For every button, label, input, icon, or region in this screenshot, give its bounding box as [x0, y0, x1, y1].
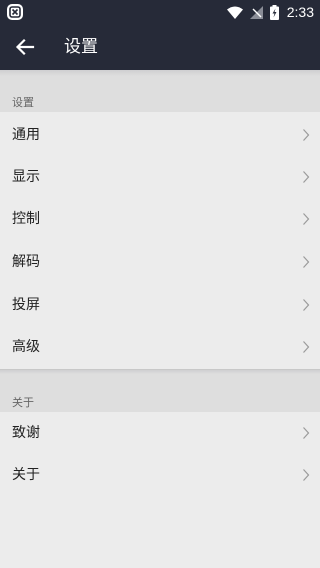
arrow-left-icon — [15, 38, 35, 56]
settings-item-cast[interactable]: 投屏 — [0, 284, 320, 326]
list-item-label: 投屏 — [12, 297, 40, 313]
status-icons: 2:33 — [226, 0, 314, 24]
chevron-right-icon — [303, 341, 310, 353]
app-bar: 设置 — [0, 24, 320, 70]
chevron-right-icon — [303, 469, 310, 481]
list-item-label: 致谢 — [12, 425, 40, 441]
about-item-about[interactable]: 关于 — [0, 454, 320, 496]
list-item-label: 显示 — [12, 169, 40, 185]
chevron-right-icon — [303, 129, 310, 141]
clock: 2:33 — [286, 4, 314, 20]
no-signal-icon — [249, 5, 263, 19]
settings-item-control[interactable]: 控制 — [0, 198, 320, 240]
list-item-label: 控制 — [12, 211, 40, 227]
battery-charging-icon — [269, 4, 279, 20]
app-notification-icon — [7, 4, 23, 20]
page-title: 设置 — [64, 37, 98, 57]
chevron-right-icon — [303, 427, 310, 439]
list-item-label: 解码 — [12, 254, 40, 270]
list-item-label: 通用 — [12, 127, 40, 143]
section-header-settings: 设置 — [0, 70, 320, 112]
settings-item-advanced[interactable]: 高级 — [0, 326, 320, 368]
list-item-label: 关于 — [12, 467, 40, 483]
chevron-right-icon — [303, 299, 310, 311]
chevron-right-icon — [303, 213, 310, 225]
settings-item-decode[interactable]: 解码 — [0, 241, 320, 283]
settings-item-general[interactable]: 通用 — [0, 114, 320, 156]
about-item-thanks[interactable]: 致谢 — [0, 412, 320, 454]
section-header-label: 关于 — [12, 396, 34, 409]
settings-item-display[interactable]: 显示 — [0, 156, 320, 198]
status-bar: 2:33 — [0, 0, 320, 24]
section-header-label: 设置 — [12, 96, 34, 109]
section-header-about: 关于 — [0, 370, 320, 412]
chevron-right-icon — [303, 171, 310, 183]
back-button[interactable] — [13, 35, 37, 59]
chevron-right-icon — [303, 256, 310, 268]
wifi-icon — [226, 6, 243, 19]
list-item-label: 高级 — [12, 339, 40, 355]
